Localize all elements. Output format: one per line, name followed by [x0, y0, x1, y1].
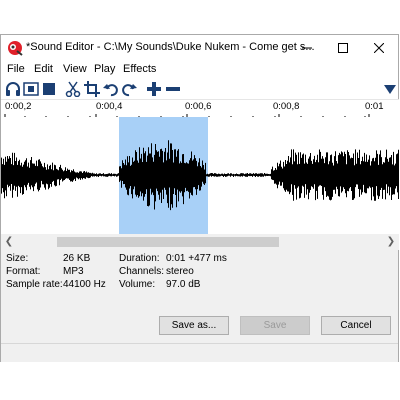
- size-value: 26 KB: [63, 253, 91, 264]
- duration-label: Duration:: [119, 253, 160, 264]
- menu-play[interactable]: Play: [94, 63, 115, 75]
- menu-view[interactable]: View: [63, 63, 87, 75]
- volume-label: Volume:: [119, 279, 156, 290]
- volume-value: 97.0 dB: [166, 279, 201, 290]
- save-button[interactable]: Save: [240, 316, 310, 335]
- duration-value: 0:01 +477 ms: [166, 253, 227, 264]
- sample-rate-value: 44100 Hz: [63, 279, 106, 290]
- dropdown-arrow-icon[interactable]: [382, 81, 398, 97]
- minimize-icon: [302, 47, 312, 49]
- save-as-button[interactable]: Save as...: [159, 316, 229, 335]
- crop-icon[interactable]: [84, 81, 100, 97]
- undo-icon[interactable]: [103, 81, 119, 97]
- headphones-icon[interactable]: [5, 81, 21, 97]
- app-icon: [8, 41, 23, 56]
- time-ruler[interactable]: 0:00,2 0:00,4 0:00,6 0:00,8 0:01: [1, 99, 399, 118]
- channels-label: Channels:: [119, 266, 165, 277]
- ruler-label: 0:00,4: [96, 101, 123, 112]
- format-value: MP3: [63, 266, 84, 277]
- stop-icon[interactable]: [41, 81, 57, 97]
- waveform: [1, 140, 399, 211]
- redo-icon[interactable]: [121, 81, 137, 97]
- play-selection-icon[interactable]: [23, 81, 39, 97]
- minimize-button[interactable]: [290, 35, 324, 61]
- size-label: Size:: [6, 253, 29, 264]
- horizontal-scrollbar[interactable]: ❮ ❯: [1, 234, 399, 250]
- close-icon: [374, 43, 384, 53]
- waveform-area[interactable]: [1, 117, 399, 234]
- format-label: Format:: [6, 266, 41, 277]
- channels-value: stereo: [166, 266, 194, 277]
- maximize-icon: [338, 43, 348, 53]
- minus-icon[interactable]: [165, 81, 181, 97]
- sound-editor-window: *Sound Editor - C:\My Sounds\Duke Nukem …: [0, 34, 399, 362]
- maximize-button[interactable]: [326, 35, 360, 61]
- menu-effects[interactable]: Effects: [123, 63, 156, 75]
- cut-icon[interactable]: [65, 81, 81, 97]
- close-button[interactable]: [362, 35, 396, 61]
- sample-rate-label: Sample rate:: [6, 279, 63, 290]
- ruler-label: 0:00,2: [5, 101, 32, 112]
- menu-file[interactable]: File: [7, 63, 25, 75]
- menu-bar: File Edit View Play Effects: [1, 61, 398, 79]
- toolbar: [1, 79, 398, 99]
- status-bar: [1, 343, 398, 362]
- ruler-label: 0:01: [365, 101, 384, 112]
- cancel-button[interactable]: Cancel: [321, 316, 391, 335]
- scroll-left-icon[interactable]: ❮: [3, 236, 15, 248]
- menu-edit[interactable]: Edit: [34, 63, 53, 75]
- window-title: *Sound Editor - C:\My Sounds\Duke Nukem …: [26, 41, 315, 53]
- scroll-thumb[interactable]: [57, 237, 279, 247]
- title-bar[interactable]: *Sound Editor - C:\My Sounds\Duke Nukem …: [1, 35, 398, 61]
- ruler-label: 0:00,8: [273, 101, 300, 112]
- plus-icon[interactable]: [146, 81, 162, 97]
- ruler-label: 0:00,6: [185, 101, 212, 112]
- scroll-right-icon[interactable]: ❯: [385, 236, 397, 248]
